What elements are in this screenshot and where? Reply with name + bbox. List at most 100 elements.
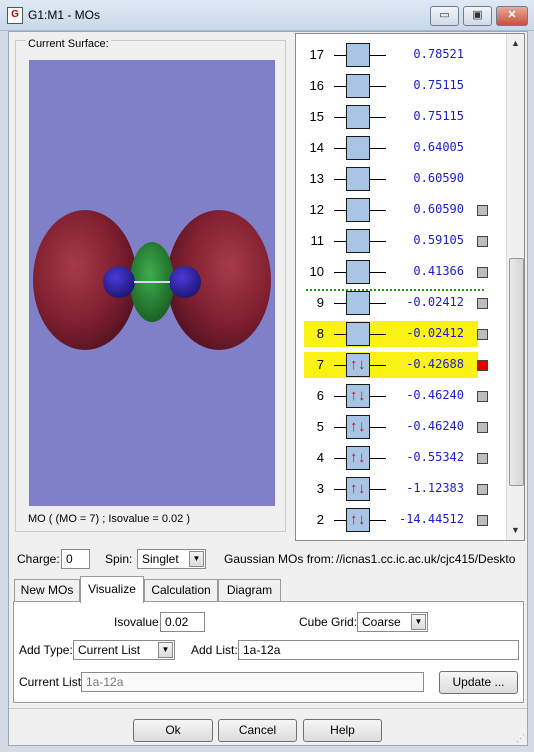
mo-level-box[interactable] [346, 229, 370, 253]
mo-level-row[interactable]: 8 -0.02412 [296, 321, 506, 347]
marker-icon[interactable] [477, 515, 488, 526]
mo-level-row[interactable]: 13 0.60590 [296, 166, 506, 192]
mo-index: 11 [310, 233, 325, 248]
mo-level-box[interactable] [346, 136, 370, 160]
mo-energy: -0.46240 [406, 388, 464, 402]
help-button[interactable]: Help [303, 719, 382, 742]
marker-icon[interactable] [477, 329, 488, 340]
mo-level-row[interactable]: 10 0.41366 [296, 259, 506, 285]
spin-down-electron-icon: ↓ [358, 511, 366, 528]
mo-level-box[interactable]: ↑ ↓ [346, 508, 370, 532]
add-type-label: Add Type: [19, 643, 73, 657]
mo-level-row[interactable]: 15 0.75115 [296, 104, 506, 130]
mo-level-row[interactable]: 7 ↑ ↓ -0.42688 [296, 352, 506, 378]
mo-level-row[interactable]: 16 0.75115 [296, 73, 506, 99]
mo-index: 17 [309, 47, 324, 62]
scroll-up-icon[interactable]: ▲ [511, 38, 520, 48]
scroll-thumb[interactable] [509, 258, 524, 486]
mo-index: 14 [309, 140, 324, 155]
mo-energy-diagram[interactable]: 17 0.78521 16 0.75115 15 0.75115 14 0.64005 13 0.… [295, 33, 525, 541]
chevron-down-icon[interactable]: ▼ [189, 551, 204, 567]
mo-energy: 0.60590 [413, 171, 464, 185]
mo-level-row[interactable]: 5 ↑ ↓ -0.46240 [296, 414, 506, 440]
mo-level-box[interactable]: ↑ ↓ [346, 415, 370, 439]
mo-level-box[interactable]: ↑ ↓ [346, 384, 370, 408]
chevron-down-icon[interactable]: ▼ [158, 642, 173, 658]
spin-select[interactable]: Singlet ▼ [137, 549, 206, 569]
mo-energy: -1.12383 [406, 481, 464, 495]
mo-level-row[interactable]: 12 0.60590 [296, 197, 506, 223]
add-type-select[interactable]: Current List ▼ [73, 640, 175, 660]
mo-index: 8 [316, 326, 324, 341]
orbital-surface-view[interactable] [29, 60, 275, 506]
resize-grip-icon[interactable]: ⋰ [516, 733, 525, 744]
title-bar: G G1:M1 - MOs ▭ ▣ ✕ [0, 0, 534, 31]
marker-icon[interactable] [477, 267, 488, 278]
cube-grid-select[interactable]: Coarse ▼ [357, 612, 428, 632]
mo-level-box[interactable]: ↑ ↓ [346, 477, 370, 501]
spin-down-electron-icon: ↓ [358, 449, 366, 466]
mo-level-row[interactable]: 17 0.78521 [296, 42, 506, 68]
marker-icon[interactable] [477, 205, 488, 216]
close-button[interactable]: ✕ [496, 6, 528, 26]
spin-up-electron-icon: ↑ [350, 449, 358, 466]
orbital-isosurface-render [33, 210, 271, 350]
maximize-button[interactable]: ▣ [463, 6, 492, 26]
isovalue-field[interactable]: 0.02 [160, 612, 205, 632]
current-list-field: 1a-12a [81, 672, 424, 692]
selected-marker-icon[interactable] [477, 360, 488, 371]
minimize-button[interactable]: ▭ [430, 6, 459, 26]
cancel-button[interactable]: Cancel [218, 719, 297, 742]
marker-icon[interactable] [477, 422, 488, 433]
charge-field[interactable]: 0 [61, 549, 90, 569]
marker-icon[interactable] [477, 484, 488, 495]
mo-level-box[interactable] [346, 322, 370, 346]
mo-index: 13 [309, 171, 324, 186]
mo-level-box[interactable] [346, 43, 370, 67]
window-title: G1:M1 - MOs [28, 8, 101, 22]
marker-icon[interactable] [477, 453, 488, 464]
mo-level-box[interactable] [346, 74, 370, 98]
mo-level-row[interactable]: 14 0.64005 [296, 135, 506, 161]
spin-down-electron-icon: ↓ [358, 356, 366, 373]
mo-level-box[interactable] [346, 291, 370, 315]
spin-up-electron-icon: ↑ [350, 511, 358, 528]
mo-level-row[interactable]: 4 ↑ ↓ -0.55342 [296, 445, 506, 471]
mo-caption: MO ( (MO = 7) ; Isovalue = 0.02 ) [28, 513, 190, 525]
mo-level-row[interactable]: 6 ↑ ↓ -0.46240 [296, 383, 506, 409]
tab-visualize[interactable]: Visualize [80, 576, 144, 603]
mo-level-row[interactable]: 2 ↑ ↓ -14.44512 [296, 507, 506, 533]
app-icon: G [7, 7, 23, 24]
mo-level-box[interactable] [346, 260, 370, 284]
current-surface-group: Current Surface: MO ((MO = 7) ; Isovalu… [15, 38, 286, 532]
spin-down-electron-icon: ↓ [358, 480, 366, 497]
mo-index: 3 [316, 481, 324, 496]
mo-level-box[interactable] [346, 198, 370, 222]
marker-icon[interactable] [477, 298, 488, 309]
mo-scrollbar[interactable]: ▲ ▼ [506, 34, 524, 540]
scroll-down-icon[interactable]: ▼ [511, 525, 520, 535]
mo-level-box[interactable] [346, 105, 370, 129]
tab-diagram[interactable]: Diagram [218, 579, 281, 602]
mo-level-row[interactable]: 11 0.59105 [296, 228, 506, 254]
mo-level-box[interactable]: ↑ ↓ [346, 446, 370, 470]
isovalue-label: Isovalue: [114, 615, 163, 629]
spin-up-electron-icon: ↑ [350, 418, 358, 435]
marker-icon[interactable] [477, 391, 488, 402]
add-list-field[interactable]: 1a-12a [238, 640, 519, 660]
mo-index: 9 [316, 295, 324, 310]
mo-level-box[interactable]: ↑ ↓ [346, 353, 370, 377]
tab-calculation[interactable]: Calculation [144, 579, 218, 602]
current-list-label: Current List: [19, 675, 85, 689]
mo-index: 4 [316, 450, 324, 465]
add-list-label: Add List: [191, 643, 238, 657]
marker-icon[interactable] [477, 236, 488, 247]
tab-new-mos[interactable]: New MOs [14, 579, 80, 602]
mo-level-box[interactable] [346, 167, 370, 191]
update-button[interactable]: Update ... [439, 671, 518, 694]
chevron-down-icon[interactable]: ▼ [411, 614, 426, 630]
ok-button[interactable]: Ok [133, 719, 213, 742]
mo-level-row[interactable]: 9 -0.02412 [296, 290, 506, 316]
spin-up-electron-icon: ↑ [350, 356, 358, 373]
mo-level-row[interactable]: 3 ↑ ↓ -1.12383 [296, 476, 506, 502]
